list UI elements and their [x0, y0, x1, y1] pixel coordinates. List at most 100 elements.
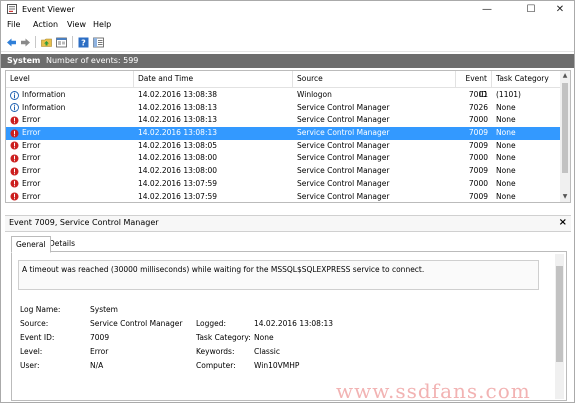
event-row[interactable]: Error 14.02.2016 13:08:13 Service Control …	[6, 127, 560, 140]
menu-view[interactable]: View	[67, 20, 86, 29]
error-icon	[10, 129, 19, 138]
source-label: Source:	[20, 319, 49, 328]
toolbar: ?	[1, 33, 574, 52]
event-row[interactable]: Error 14.02.2016 13:08:13 Service Control …	[6, 114, 560, 127]
console-tree-icon[interactable]	[93, 37, 104, 48]
source-cell: Service Control Manager	[297, 102, 390, 112]
level-cell: Information	[22, 102, 66, 112]
event-message-box[interactable]: A timeout was reached (30000 millisecond…	[18, 260, 539, 290]
level-value: Error	[90, 347, 109, 356]
log-name-label: Log Name:	[20, 305, 61, 314]
toolbar-separator	[72, 36, 73, 48]
error-icon	[10, 116, 19, 125]
datetime-cell: 14.02.2016 13:07:59	[138, 178, 218, 188]
detail-close-icon[interactable]: ×	[559, 217, 567, 228]
user-value: N/A	[90, 361, 104, 370]
back-arrow-icon[interactable]	[6, 37, 17, 48]
error-icon	[10, 154, 19, 163]
menu-file[interactable]: File	[7, 20, 20, 29]
detail-scrollbar[interactable]	[555, 254, 564, 399]
folder-up-icon[interactable]	[41, 37, 52, 48]
event-row[interactable]: Error 14.02.2016 13:07:59 Service Control …	[6, 178, 560, 191]
error-icon	[10, 192, 19, 201]
log-name-value: System	[90, 305, 118, 314]
help-icon[interactable]: ?	[78, 37, 89, 48]
event-id-cell: 7009	[468, 128, 488, 138]
grid-rows: Information 14.02.2016 13:08:38 Winlogon 70…	[6, 89, 560, 203]
keywords-label: Keywords:	[196, 347, 235, 356]
level-cell: Error	[22, 166, 41, 176]
column-header-event-id[interactable]: Event ID	[456, 71, 492, 99]
properties-icon[interactable]	[56, 37, 67, 48]
maximize-button[interactable]: ☐	[518, 1, 544, 18]
scroll-down-arrow-icon[interactable]: ▼	[560, 192, 570, 202]
source-cell: Service Control Manager	[297, 115, 390, 125]
event-row[interactable]: Information 14.02.2016 13:08:13 Service Co…	[6, 102, 560, 115]
column-header-source[interactable]: Source	[293, 71, 456, 87]
category-cell: None	[496, 191, 516, 201]
computer-value: Win10VMHP	[254, 361, 300, 370]
datetime-cell: 14.02.2016 13:08:13	[138, 128, 218, 138]
level-label: Level:	[20, 347, 43, 356]
event-id-cell: 7009	[468, 191, 488, 201]
log-name: System	[7, 56, 41, 65]
category-cell: None	[496, 102, 516, 112]
column-header-date-time[interactable]: Date and Time	[134, 71, 293, 87]
level-cell: Error	[22, 115, 41, 125]
information-icon	[10, 90, 19, 100]
event-row[interactable]: Error 14.02.2016 13:08:00 Service Control …	[6, 165, 560, 178]
event-id-cell: 7001	[468, 90, 488, 99]
watermark: www.ssdfans.com	[336, 379, 531, 403]
close-button[interactable]: ✕	[547, 1, 573, 18]
column-header-level[interactable]: Level	[6, 71, 134, 87]
keywords-value: Classic	[254, 347, 280, 356]
column-header-task-category[interactable]: Task Category	[492, 71, 560, 87]
svg-text:?: ?	[81, 39, 86, 48]
datetime-cell: 14.02.2016 13:08:38	[138, 90, 218, 99]
event-viewer-app-icon	[7, 4, 17, 14]
level-cell: Error	[22, 178, 41, 188]
event-row[interactable]: Error 14.02.2016 13:08:00 Service Control …	[6, 152, 560, 165]
event-detail-title: Event 7009, Service Control Manager	[9, 218, 159, 227]
datetime-cell: 14.02.2016 13:08:00	[138, 166, 218, 176]
tab-general[interactable]: General	[11, 236, 51, 253]
logged-value: 14.02.2016 13:08:13	[254, 319, 334, 328]
category-cell: None	[496, 153, 516, 163]
category-cell: None	[496, 166, 516, 176]
task-category-value: None	[254, 333, 274, 342]
event-detail-header: Event 7009, Service Control Manager ×	[5, 215, 571, 232]
task-category-label: Task Category:	[196, 333, 251, 342]
event-id-cell: 7026	[468, 102, 488, 112]
event-row[interactable]: Information 14.02.2016 13:08:38 Winlogon 70…	[6, 89, 560, 102]
event-message: A timeout was reached (30000 millisecond…	[22, 265, 425, 274]
datetime-cell: 14.02.2016 13:08:05	[138, 140, 218, 150]
title-bar: Event Viewer — ☐ ✕	[1, 1, 574, 18]
level-cell: Error	[22, 128, 41, 138]
menu-help[interactable]: Help	[93, 20, 111, 29]
user-label: User:	[20, 361, 40, 370]
error-icon	[10, 141, 19, 150]
event-id-label: Event ID:	[20, 333, 55, 342]
logged-label: Logged:	[196, 319, 227, 328]
forward-arrow-icon[interactable]	[20, 37, 31, 48]
source-cell: Service Control Manager	[297, 140, 390, 150]
computer-label: Computer:	[196, 361, 236, 370]
event-row[interactable]: Error 14.02.2016 13:08:05 Service Control …	[6, 140, 560, 153]
category-cell: (1101)	[496, 90, 521, 99]
event-row[interactable]: Error 14.02.2016 13:07:59 Service Control …	[6, 191, 560, 203]
grid-scrollbar[interactable]: ▲ ▼	[560, 71, 570, 202]
menu-action[interactable]: Action	[33, 20, 58, 29]
grid-scrollbar-thumb[interactable]	[562, 83, 568, 173]
category-cell: None	[496, 115, 516, 125]
datetime-cell: 14.02.2016 13:07:59	[138, 191, 218, 201]
category-cell: None	[496, 140, 516, 150]
datetime-cell: 14.02.2016 13:08:00	[138, 153, 218, 163]
minimize-button[interactable]: —	[474, 1, 500, 18]
source-cell: Service Control Manager	[297, 178, 390, 188]
source-cell: Service Control Manager	[297, 166, 390, 176]
detail-scrollbar-thumb[interactable]	[556, 266, 563, 362]
category-cell: None	[496, 128, 516, 138]
source-cell: Winlogon	[297, 90, 332, 99]
level-cell: Error	[22, 191, 41, 201]
scroll-up-arrow-icon[interactable]: ▲	[560, 71, 570, 81]
